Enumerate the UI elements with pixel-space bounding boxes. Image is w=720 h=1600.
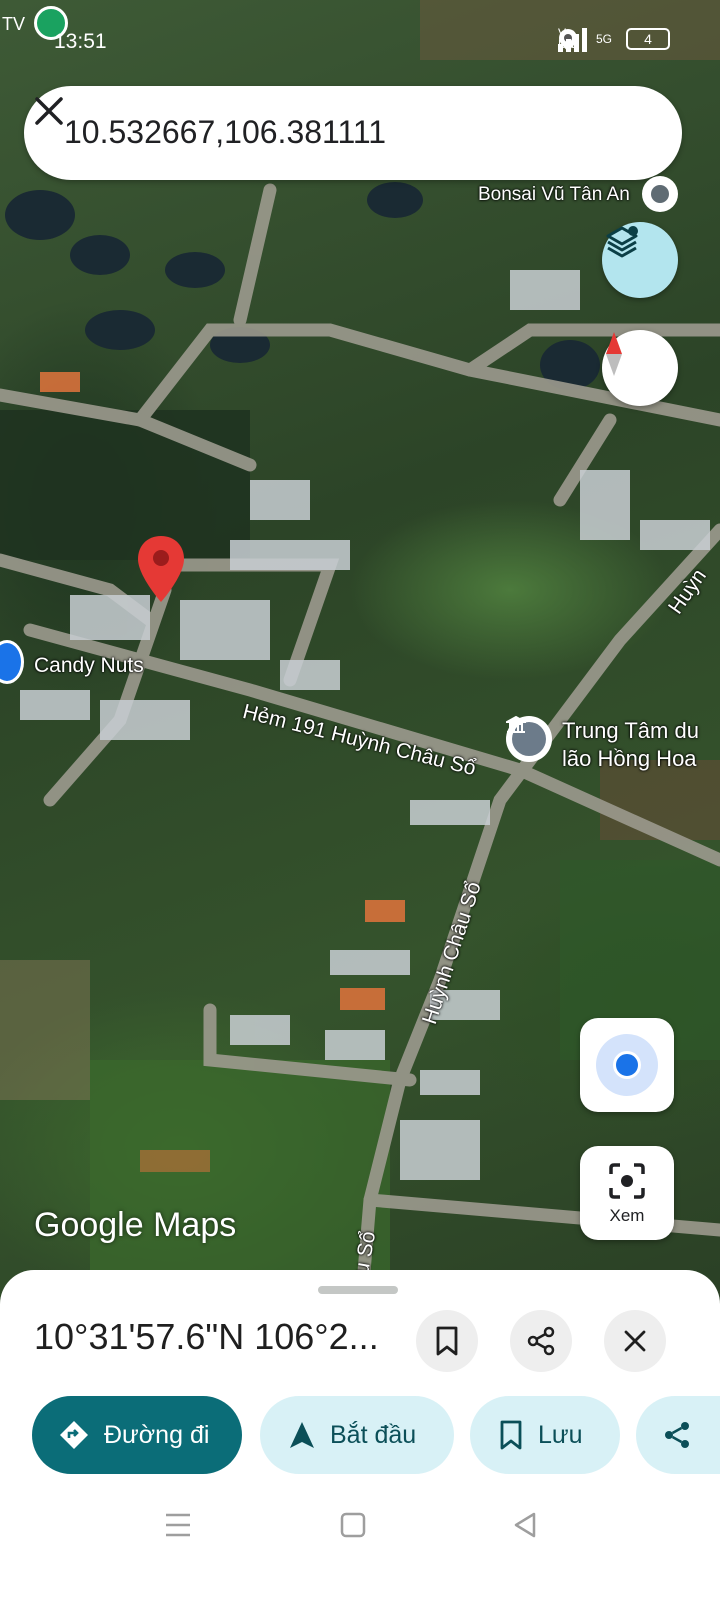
menu-icon[interactable] [164,1512,192,1538]
lens-button[interactable]: Xem [580,1146,674,1240]
network-type: 5G [595,32,612,46]
lens-label: Xem [609,1206,645,1225]
sheet-drag-handle[interactable] [318,1286,398,1294]
battery-indicator: 4 [626,28,670,50]
compass-button[interactable] [602,330,678,406]
bookmark-icon [436,1326,458,1356]
search-bar[interactable]: 10.532667,106.381111 [24,86,682,180]
google-maps-watermark: Google Maps [34,1206,237,1244]
share-chip[interactable] [636,1396,720,1474]
carrier-label: TV [2,14,26,34]
layers-icon [606,226,638,258]
institution-marker-icon[interactable] [506,716,552,762]
place-label-center-line1[interactable]: Trung Tâm du [562,718,699,744]
compass-icon [606,332,622,376]
search-input[interactable]: 10.532667,106.381111 [64,114,386,151]
clock: 13:51 [54,30,107,53]
place-label-center-line2[interactable]: lão Hồng Hoa [562,746,697,772]
save-label: Lưu [538,1420,583,1449]
my-location-button[interactable] [580,1018,674,1112]
coordinates-title: 10°31'57.6"N 106°2... [34,1316,379,1357]
bonsai-marker-icon[interactable] [642,176,678,212]
share-icon [527,1326,555,1356]
signal-icon [557,28,587,52]
directions-label: Đường đi [104,1420,210,1449]
bookmark-icon [500,1420,522,1450]
close-icon[interactable] [24,86,74,136]
share-button[interactable] [510,1310,572,1372]
layers-button[interactable] [602,222,678,298]
my-location-icon [596,1034,658,1096]
lens-icon [609,1163,645,1199]
home-icon[interactable] [340,1512,366,1538]
dropped-pin-icon[interactable] [136,534,186,604]
directions-icon [60,1421,88,1449]
place-label-candy-nuts[interactable]: Candy Nuts [34,654,144,678]
status-bar: TV 13:51 Vo LTE 5G 4 [0,0,720,70]
map-view[interactable]: TV 13:51 Vo LTE 5G 4 10.532667,106.38111… [0,0,720,1320]
start-button[interactable]: Bắt đầu [260,1396,454,1474]
directions-button[interactable]: Đường đi [32,1396,242,1474]
start-label: Bắt đầu [330,1420,417,1449]
save-chip[interactable]: Lưu [470,1396,620,1474]
system-nav-bar [0,1480,720,1600]
share-icon [665,1422,689,1448]
save-button[interactable] [416,1310,478,1372]
navigation-icon [290,1422,314,1448]
place-label-bonsai[interactable]: Bonsai Vũ Tân An [478,184,630,206]
back-icon[interactable] [512,1512,538,1538]
close-icon [624,1330,646,1352]
close-sheet-button[interactable] [604,1310,666,1372]
